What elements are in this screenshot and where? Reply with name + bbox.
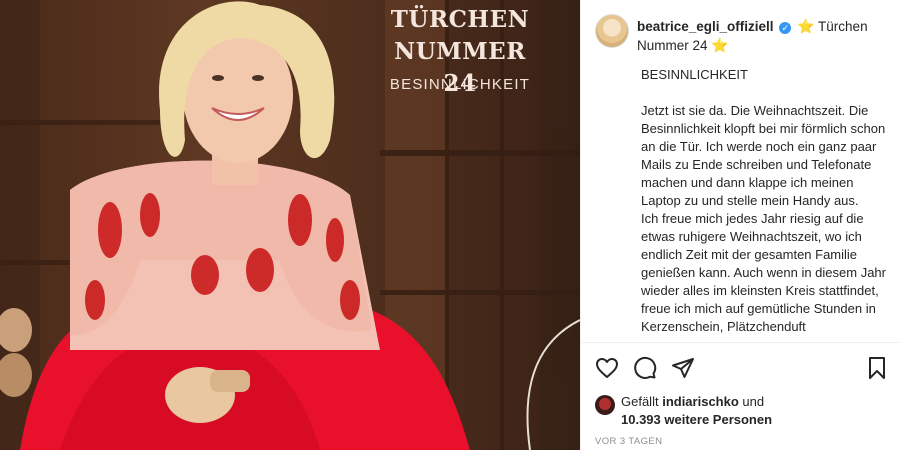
post-photo[interactable]: TÜRCHEN NUMMER 24 BESINNLICHKEIT — [0, 0, 580, 450]
likes-text: Gefällt indiarischko und 10.393 weitere … — [621, 393, 891, 429]
star-icon: ⭐ — [711, 37, 729, 53]
door-subtitle: BESINNLICHKEIT — [389, 76, 531, 93]
caption-paragraph: Ich freue mich jedes Jahr riesig auf die… — [641, 211, 886, 334]
post-sidebar: beatrice_egli_offiziell ✓ ⭐ Türchen Numm… — [580, 0, 900, 450]
liker-username-link[interactable]: indiarischko — [662, 394, 739, 409]
likes-count-link[interactable]: 10.393 weitere Personen — [621, 412, 772, 427]
liker-avatar[interactable] — [595, 395, 615, 415]
verified-badge-icon: ✓ — [779, 22, 792, 34]
post-timestamp[interactable]: VOR 3 TAGEN — [595, 436, 662, 447]
post-header-text: beatrice_egli_offiziell ✓ ⭐ Türchen Numm… — [637, 17, 887, 55]
likes-joiner: und — [742, 394, 765, 409]
caption-heading: BESINNLICHKEIT — [641, 67, 748, 82]
likes-prefix: Gefällt — [621, 394, 659, 409]
avatar[interactable] — [595, 14, 629, 48]
action-bar — [581, 342, 900, 393]
comment-icon[interactable] — [633, 356, 657, 380]
star-icon: ⭐ — [797, 18, 815, 34]
post-caption: BESINNLICHKEIT Jetzt ist sie da. Die Wei… — [641, 66, 886, 342]
heart-icon[interactable] — [595, 356, 619, 380]
caption-paragraph: Jetzt ist sie da. Die Weihnachtszeit. Di… — [641, 103, 886, 208]
bookmark-icon[interactable] — [865, 356, 889, 380]
username-link[interactable]: beatrice_egli_offiziell — [637, 19, 774, 34]
share-icon[interactable] — [671, 356, 695, 380]
door-title-line1: TÜRCHEN — [390, 6, 530, 33]
